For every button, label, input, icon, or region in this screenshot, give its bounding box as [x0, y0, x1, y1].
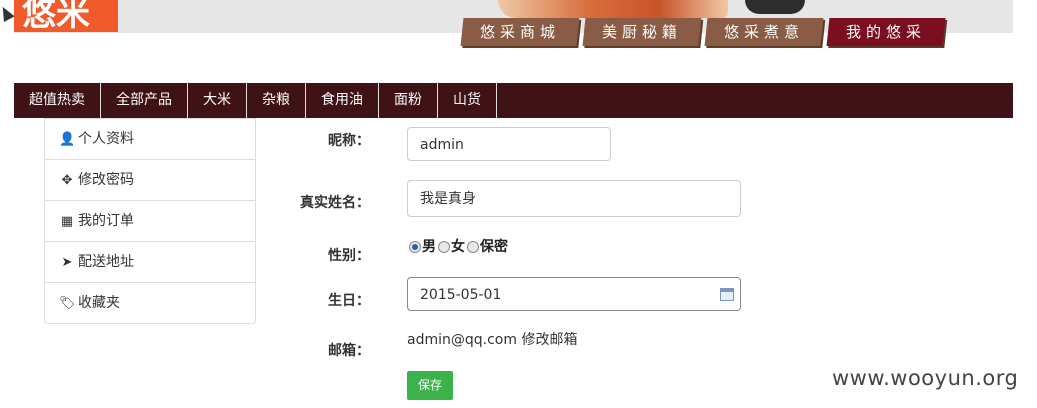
nav-item-rice[interactable]: 大米: [188, 83, 247, 118]
email-value: admin@qq.com: [407, 332, 517, 348]
email-label: 邮箱：: [328, 343, 370, 359]
gender-label: 性别：: [328, 248, 370, 264]
birthday-value: 2015-05-01: [420, 287, 502, 303]
banner-illustration: [498, 0, 728, 18]
sidebar-item-label: 个人资料: [78, 131, 134, 147]
watermark-text: www.wooyun.org: [832, 366, 1019, 390]
email-row: admin@qq.com 修改邮箱: [407, 329, 577, 349]
top-tab-ideas[interactable]: 悠采煮意: [704, 18, 824, 46]
top-tab-mall[interactable]: 悠采商城: [460, 18, 580, 46]
gender-option-female: 女: [451, 239, 465, 255]
nav-item-hot-deals[interactable]: 超值热卖: [14, 83, 101, 118]
gender-radio-secret[interactable]: [467, 241, 479, 253]
calendar-icon[interactable]: [720, 288, 734, 301]
category-nav: 超值热卖 全部产品 大米 杂粮 食用油 面粉 山货: [14, 83, 1013, 118]
sidebar-item-label: 我的订单: [78, 213, 134, 229]
gender-radio-group: 男 女 保密: [407, 236, 508, 256]
top-tab-recipes[interactable]: 美厨秘籍: [582, 18, 702, 46]
sidebar-item-favorites[interactable]: 🏷 收藏夹: [45, 283, 255, 323]
gender-option-secret: 保密: [480, 239, 508, 255]
site-logo[interactable]: 悠米: [14, 0, 118, 32]
sidebar-item-profile[interactable]: 👤 个人资料: [45, 119, 255, 160]
move-icon: ✥: [61, 173, 73, 188]
top-nav: 悠采商城 美厨秘籍 悠采煮意 我的悠采: [460, 18, 946, 46]
sidebar-item-password[interactable]: ✥ 修改密码: [45, 160, 255, 201]
account-sidebar: 👤 个人资料 ✥ 修改密码 ▦ 我的订单 ➤ 配送地址 🏷 收藏夹: [44, 118, 256, 324]
nickname-input[interactable]: admin: [407, 127, 611, 161]
banner-illustration-dark: [745, 0, 805, 14]
send-icon: ➤: [61, 255, 73, 270]
tags-icon: 🏷: [59, 296, 76, 311]
sidebar-item-address[interactable]: ➤ 配送地址: [45, 242, 255, 283]
birthday-input[interactable]: 2015-05-01: [407, 277, 741, 311]
gender-radio-female[interactable]: [438, 241, 450, 253]
birthday-label: 生日：: [328, 293, 370, 309]
change-email-link[interactable]: 修改邮箱: [521, 332, 577, 348]
save-button[interactable]: 保存: [407, 371, 453, 400]
realname-input[interactable]: 我是真身: [407, 180, 741, 217]
top-tab-my-account[interactable]: 我的悠采: [826, 18, 946, 46]
logo-text: 悠米: [22, 0, 90, 32]
realname-label: 真实姓名：: [300, 195, 370, 211]
gender-option-male: 男: [422, 239, 436, 255]
nickname-label: 昵称：: [328, 133, 370, 149]
nav-item-all-products[interactable]: 全部产品: [101, 83, 188, 118]
sidebar-item-label: 收藏夹: [78, 295, 120, 311]
sidebar-item-label: 配送地址: [78, 254, 134, 270]
sidebar-item-orders[interactable]: ▦ 我的订单: [45, 201, 255, 242]
nav-item-grains[interactable]: 杂粮: [247, 83, 306, 118]
gender-radio-male[interactable]: [409, 241, 421, 253]
sidebar-item-label: 修改密码: [78, 172, 134, 188]
nav-item-oil[interactable]: 食用油: [306, 83, 379, 118]
user-icon: 👤: [59, 132, 76, 147]
nav-item-mountain-goods[interactable]: 山货: [438, 83, 497, 118]
nav-item-flour[interactable]: 面粉: [379, 83, 438, 118]
grid-icon: ▦: [60, 214, 74, 229]
mouse-cursor-icon: [0, 4, 15, 22]
